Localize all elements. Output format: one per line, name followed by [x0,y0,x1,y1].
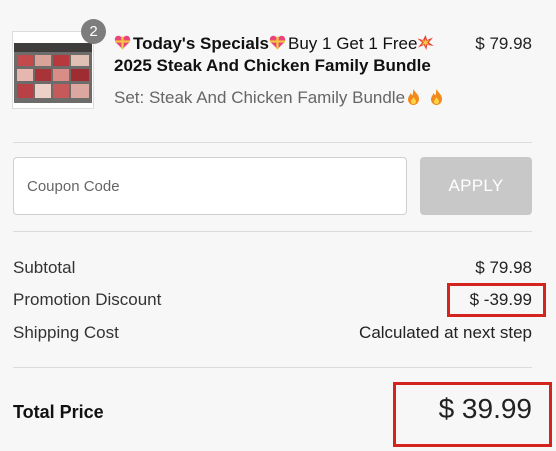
promotion-discount-label: Promotion Discount [13,290,162,309]
shipping-cost-value: Calculated at next step [359,323,532,342]
apply-coupon-button[interactable]: APPLY [420,157,532,215]
fire-icon [408,89,420,105]
total-price-label: Total Price [13,402,104,422]
gift-heart-icon [114,35,131,50]
discount-highlight-box [447,283,546,317]
total-highlight-box [393,382,552,447]
divider [13,142,532,143]
variant-text: Set: Steak And Chicken Family Bundle [114,88,406,107]
title-offer-text: Buy 1 Get 1 Free [288,34,418,53]
product-variant: Set: Steak And Chicken Family Bundle [114,87,443,109]
collision-icon [417,35,435,50]
subtotal-value: $ 79.98 [475,258,532,277]
item-price: $ 79.98 [475,34,532,53]
coupon-code-input[interactable] [13,157,407,215]
product-title[interactable]: Today's Specials Buy 1 Get 1 Free 2025 S… [114,33,459,77]
divider [13,367,532,368]
gift-heart-icon [269,35,286,50]
divider [13,231,532,232]
cart-item: 2 Today's Specials Buy 1 Get 1 Free 2025… [0,0,556,130]
shipping-cost-label: Shipping Cost [13,323,119,342]
product-thumbnail[interactable] [12,31,94,109]
product-image [14,43,92,103]
title-bold-text: Today's Specials [133,34,270,53]
title-line2: 2025 Steak And Chicken Family Bundle [114,56,431,75]
quantity-badge: 2 [81,19,106,44]
subtotal-label: Subtotal [13,258,76,277]
fire-icon [431,89,443,105]
